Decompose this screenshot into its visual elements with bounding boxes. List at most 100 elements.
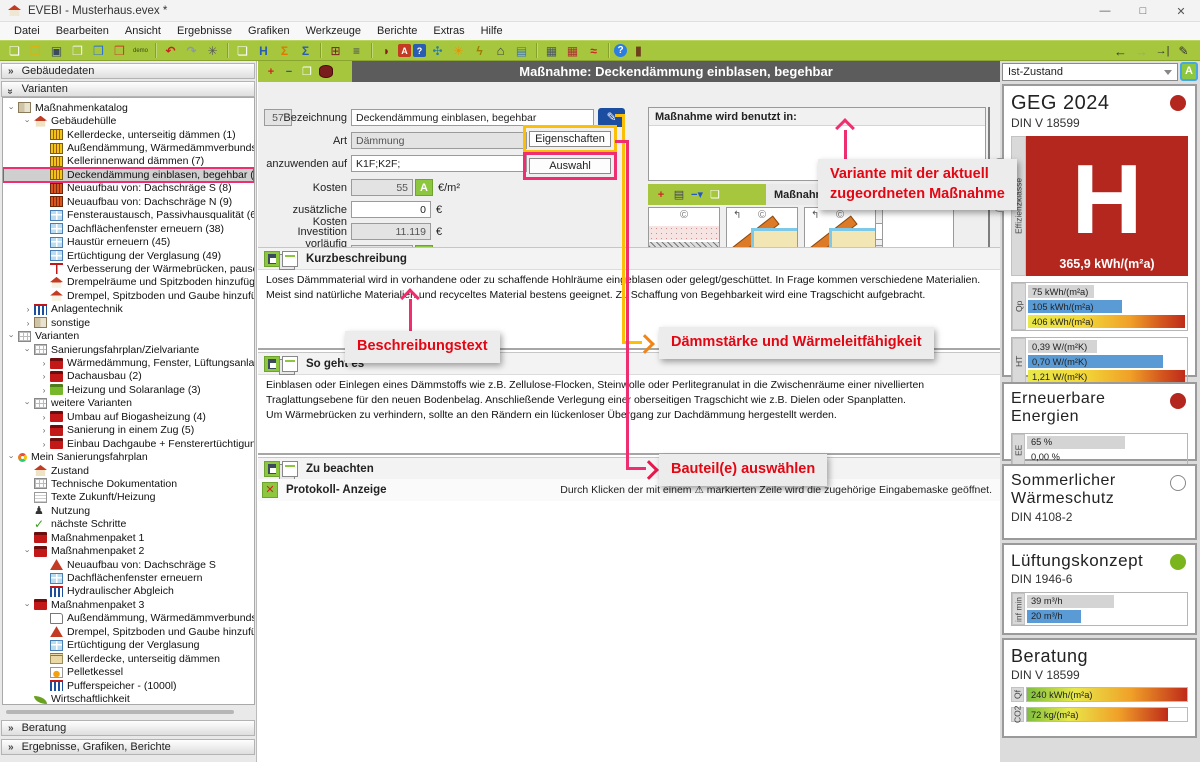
tree-item[interactable]: ›Wärmedämmung, Fenster, Lüftungsanlage (… — [3, 356, 254, 369]
collapse-icon[interactable]: › — [23, 345, 33, 355]
kosten-auto-button[interactable]: A — [415, 179, 433, 196]
sidebar-panel-ergebnisse[interactable]: » Ergebnisse, Grafiken, Berichte — [1, 739, 255, 755]
menu-bearbeiten[interactable]: Bearbeiten — [48, 25, 117, 37]
tree-item[interactable]: Dachflächenfenster erneuern (38) — [3, 222, 254, 235]
tree-item[interactable]: Technische Dokumentation — [3, 477, 254, 490]
remove-image-icon[interactable]: −▾ — [688, 188, 706, 201]
tree-item[interactable]: ›Umbau auf Biogasheizung (4) — [3, 410, 254, 423]
tree-item[interactable]: Maßnahmenpaket 1 — [3, 531, 254, 544]
protokoll-close-icon[interactable]: ✕ — [262, 482, 278, 498]
house-energy-icon[interactable]: ⌂ — [491, 42, 510, 59]
tree-item[interactable]: Kellerinnenwand dämmen (7) — [3, 155, 254, 168]
goto-icon[interactable]: →| — [1153, 43, 1172, 60]
report-icon[interactable]: ❏ — [233, 42, 252, 59]
tree-item[interactable]: Fensteraustausch, Passivhausqualität (6) — [3, 209, 254, 222]
tree-item[interactable]: ›Mein Sanierungsfahrplan — [3, 450, 254, 463]
tree-item[interactable]: ›Sanierung in einem Zug (5) — [3, 424, 254, 437]
save-icon[interactable]: ▣ — [47, 42, 66, 59]
tree-item[interactable]: Ertüchtigung der Verglasung (49) — [3, 249, 254, 262]
collapse-icon[interactable]: › — [23, 600, 33, 610]
sun-icon[interactable]: ☀ — [449, 42, 468, 59]
tree-item[interactable]: Texte Zukunft/Heizung — [3, 491, 254, 504]
zkosten-input[interactable] — [351, 201, 431, 218]
flowchart-icon[interactable]: ⊞ — [326, 42, 345, 59]
menu-ansicht[interactable]: Ansicht — [117, 25, 169, 37]
tree-item[interactable]: ›Maßnahmenpaket 2 — [3, 544, 254, 557]
menu-berichte[interactable]: Berichte — [369, 25, 425, 37]
tree-item[interactable]: Dachflächenfenster erneuern — [3, 571, 254, 584]
tree-item[interactable]: Kellerdecke, unterseitig dämmen — [3, 652, 254, 665]
edit-notes-icon[interactable]: ✎ — [1174, 43, 1193, 60]
save-icon[interactable] — [264, 251, 280, 267]
label-q-icon[interactable]: ? — [413, 44, 426, 57]
redo-icon[interactable]: ↷ — [182, 42, 201, 59]
list-icon[interactable]: ≡ — [347, 42, 366, 59]
menu-werkzeuge[interactable]: Werkzeuge — [298, 25, 369, 37]
fan-icon[interactable]: ✣ — [428, 42, 447, 59]
lightning-icon[interactable]: ϟ — [470, 42, 489, 59]
remove-massnahme-icon[interactable]: − — [280, 66, 298, 78]
expand-icon[interactable]: › — [39, 439, 49, 449]
tree-item[interactable]: Kellerdecke, unterseitig dämmen (1) — [3, 128, 254, 141]
exit-door-icon[interactable]: ▮ — [629, 42, 648, 59]
calculator-icon[interactable]: ▦ — [542, 42, 561, 59]
sum-blue-icon[interactable]: Σ — [296, 42, 315, 59]
tree-item[interactable]: ›weitere Varianten — [3, 397, 254, 410]
paste-image-icon[interactable]: ▤ — [670, 188, 688, 201]
bezeichnung-input[interactable] — [351, 109, 594, 126]
tree-item[interactable]: Neuaufbau von: Dachschräge S — [3, 558, 254, 571]
copy-icon[interactable] — [282, 356, 298, 372]
copy-icon[interactable] — [282, 251, 298, 267]
roof-tool-icon[interactable]: ◗ — [377, 42, 396, 59]
sidebar-panel-beratung[interactable]: » Beratung — [1, 720, 255, 736]
tree-item[interactable]: Drempel, Spitzboden und Gaube hinzufügen… — [3, 289, 254, 302]
notes-icon[interactable]: ▤ — [512, 42, 531, 59]
tree-item[interactable]: ›Sanierungsfahrplan/Zielvariante — [3, 343, 254, 356]
collapse-icon[interactable]: › — [23, 116, 33, 126]
tree-item[interactable]: Drempel, Spitzboden und Gaube hinzufügen — [3, 625, 254, 638]
tree-item[interactable]: ›Heizung und Solaranlage (3) — [3, 383, 254, 396]
tree-item[interactable]: ›Anlagentechnik — [3, 303, 254, 316]
auswahl-button[interactable]: Auswahl — [529, 158, 611, 174]
expand-icon[interactable]: › — [39, 371, 49, 381]
tree-horizontal-scrollbar[interactable] — [6, 710, 234, 714]
menu-datei[interactable]: Datei — [6, 25, 48, 37]
heating-curve-icon[interactable]: ≈ — [584, 42, 603, 59]
tree-item[interactable]: Außendämmung, Wärmedämmverbundsystem ( — [3, 141, 254, 154]
export-folder-icon[interactable]: ❒ — [110, 42, 129, 59]
open-folder-icon[interactable]: ❒ — [26, 42, 45, 59]
forward-icon[interactable]: → — [1132, 43, 1151, 60]
demo-icon[interactable]: demo — [131, 42, 150, 59]
tree-item[interactable]: Nutzung — [3, 504, 254, 517]
eigenschaften-button[interactable]: Eigenschaften — [529, 131, 611, 147]
collapse-icon[interactable]: › — [7, 103, 17, 113]
copy-massnahme-icon[interactable]: ❐ — [298, 65, 316, 78]
undo-icon[interactable]: ↶ — [161, 42, 180, 59]
tree-item[interactable]: ›Varianten — [3, 329, 254, 342]
tree-item[interactable]: nächste Schritte — [3, 518, 254, 531]
sum-orange-icon[interactable]: Σ — [275, 42, 294, 59]
save-icon[interactable] — [264, 461, 280, 477]
expand-icon[interactable]: › — [39, 385, 49, 395]
wizard-icon[interactable]: ✳ — [203, 42, 222, 59]
add-massnahme-icon[interactable]: + — [262, 66, 280, 78]
calculator-warn-icon[interactable]: ▦ — [563, 42, 582, 59]
tree-item[interactable]: Deckendämmung einblasen, begehbar (57) — [3, 168, 254, 181]
tree-item[interactable]: Hydraulischer Abgleich — [3, 585, 254, 598]
tree-item[interactable]: Verbesserung der Wärmebrücken, pauschal … — [3, 262, 254, 275]
tree-item[interactable]: Ertüchtigung der Verglasung — [3, 639, 254, 652]
minimize-button[interactable]: — — [1086, 0, 1124, 22]
tree-item[interactable]: Zustand — [3, 464, 254, 477]
new-file-icon[interactable]: ❏ — [5, 42, 24, 59]
collapse-icon[interactable]: › — [7, 452, 17, 462]
collapse-icon[interactable]: › — [7, 331, 17, 341]
tree-item[interactable]: Drempelräume und Spitzboden hinzufügen (… — [3, 276, 254, 289]
copy-icon[interactable]: ❐ — [68, 42, 87, 59]
expand-icon[interactable]: › — [39, 412, 49, 422]
menu-extras[interactable]: Extras — [425, 25, 472, 37]
expand-icon[interactable]: › — [23, 304, 33, 314]
tree-item[interactable]: Außendämmung, Wärmedämmverbundsystem — [3, 612, 254, 625]
save-icon[interactable] — [264, 356, 280, 372]
tree-item[interactable]: ›Gebäudehülle — [3, 114, 254, 127]
anzuwenden-input[interactable] — [351, 155, 527, 172]
